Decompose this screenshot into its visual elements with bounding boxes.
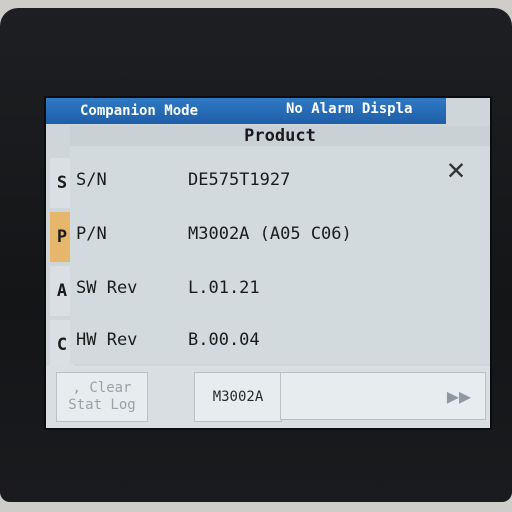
monitor-screen: Companion Mode No Alarm Displa S P A C P… [44,96,492,430]
row-value: L.01.21 [188,278,260,298]
row-label: HW Rev [76,330,138,350]
alarm-status: No Alarm Displa [286,101,413,117]
status-bar-corner [446,98,490,124]
row-value: B.00.04 [188,330,260,350]
row-label: SW Rev [76,278,138,298]
row-value: M3002A (A05 C06) [188,224,352,244]
product-panel: Product ✕ S/N DE575T1927 P/N M3002A (A05… [70,126,490,364]
bottom-toolbar: , Clear Stat Log M3002A ▶▶ [46,366,490,428]
status-bar: Companion Mode No Alarm Displa [46,98,490,124]
row-label: P/N [76,224,107,244]
row-hw-rev: HW Rev B.00.04 [70,330,450,360]
panel-title: Product [70,126,490,146]
row-value: DE575T1927 [188,170,291,190]
row-serial-number: S/N DE575T1927 [70,170,450,200]
fast-forward-icon: ▶▶ [446,384,471,408]
clear-line2: Stat Log [68,397,136,413]
clear-line1: , Clear [72,380,132,396]
next-page-button[interactable]: ▶▶ [280,372,486,420]
row-label: S/N [76,170,107,190]
row-part-number: P/N M3002A (A05 C06) [70,224,450,254]
clear-stat-log-button[interactable]: , Clear Stat Log [56,372,148,422]
model-button[interactable]: M3002A [194,372,282,422]
row-sw-rev: SW Rev L.01.21 [70,278,450,308]
mode-label: Companion Mode [80,103,199,119]
